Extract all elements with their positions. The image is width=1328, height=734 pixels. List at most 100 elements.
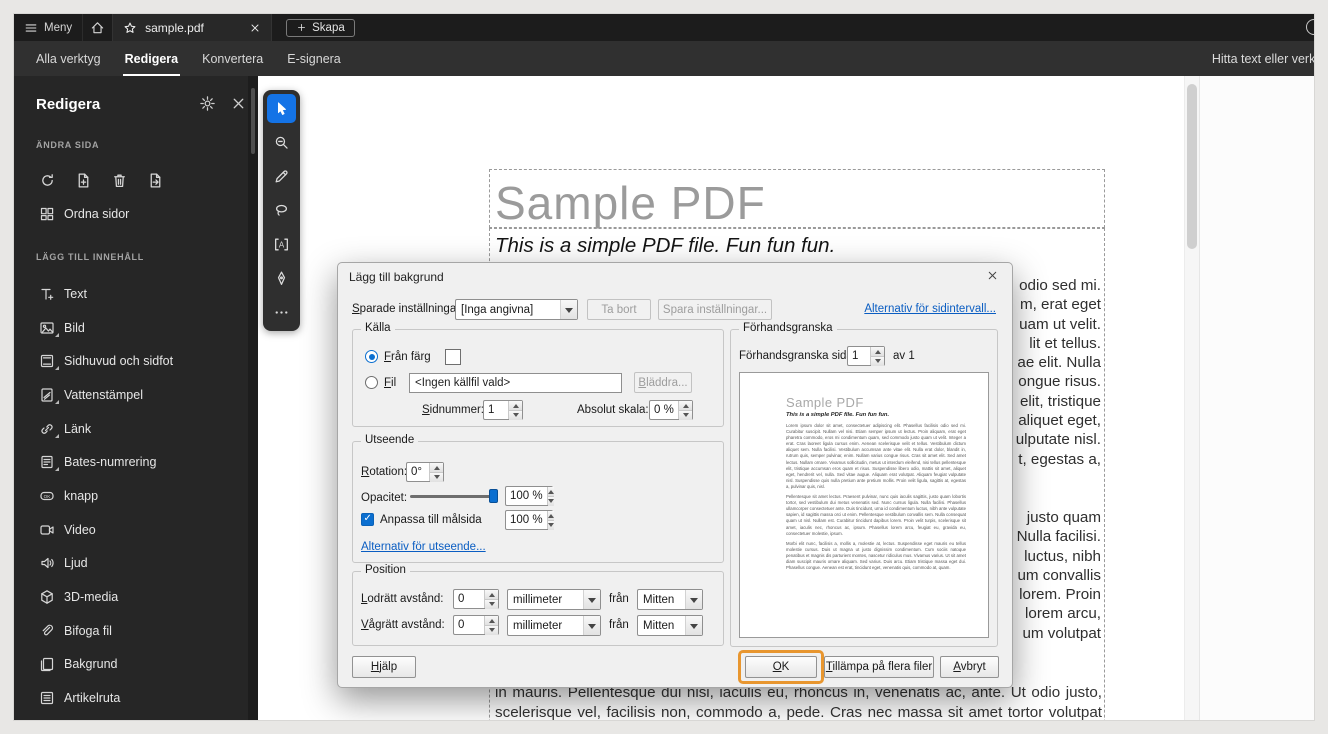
preview-doc-subtitle: This is a simple PDF file. Fun fun fun. [786, 412, 890, 418]
profile-avatar[interactable] [1306, 19, 1314, 35]
sidebar-item[interactable]: OK knapp [14, 479, 248, 513]
horizontal-unit-select[interactable]: millimeter [507, 615, 601, 636]
fit-scale-spinner[interactable]: 100 % [505, 510, 554, 530]
spin-down-icon[interactable] [509, 410, 522, 420]
sidebar-item[interactable]: Text [14, 277, 248, 311]
draw-tool[interactable] [267, 196, 296, 225]
gear-icon[interactable] [199, 95, 216, 112]
sidebar-item[interactable]: 3D-media [14, 580, 248, 614]
close-icon [986, 269, 999, 282]
document-scrollbar-thumb[interactable] [1187, 84, 1197, 249]
delete-page-button[interactable] [111, 172, 128, 189]
spin-up-icon[interactable] [485, 590, 498, 599]
panel-close-icon[interactable] [230, 95, 247, 112]
sidebar-item[interactable]: Bates-numrering [14, 445, 248, 479]
select-tool[interactable] [267, 94, 296, 123]
extract-page-button[interactable] [147, 172, 164, 189]
slider-handle[interactable] [489, 489, 498, 503]
spin-down-icon[interactable] [485, 625, 498, 635]
apply-multiple-files-button[interactable]: Tillämpa på flera filer [824, 656, 934, 678]
insert-page-button[interactable] [75, 172, 92, 189]
menu-button[interactable]: Meny [14, 14, 82, 41]
spin-up-icon[interactable] [485, 616, 498, 625]
sidebar-item[interactable]: Artikelruta [14, 681, 248, 715]
spin-down-icon[interactable] [547, 520, 554, 530]
absolute-scale-spinner[interactable]: 0 % [649, 400, 693, 420]
find-tools-button[interactable]: Hitta text eller verktyg [1212, 41, 1314, 76]
sidebar-item[interactable]: Bifoga fil [14, 614, 248, 648]
tab-close-icon[interactable] [249, 22, 261, 34]
sidebar-item[interactable]: Video [14, 513, 248, 547]
save-settings-button[interactable]: Spara inställningar... [658, 299, 772, 320]
spin-down-icon[interactable] [430, 472, 443, 482]
from-color-radio[interactable]: Från färg [365, 350, 431, 363]
sidebar-item[interactable]: Bakgrund [14, 648, 248, 682]
spin-up-icon[interactable] [679, 401, 692, 410]
spin-down-icon[interactable] [871, 356, 884, 366]
preview-pane: Sample PDF This is a simple PDF file. Fu… [739, 372, 989, 638]
add-text-tool[interactable]: A [267, 230, 296, 259]
page-range-options-link[interactable]: Alternativ för sidintervall... [864, 303, 996, 315]
spin-down-icon[interactable] [485, 599, 498, 609]
preview-paragraph: Lorem ipsum dolor sit amet, consectetuer… [786, 423, 966, 489]
opacity-spinner[interactable]: 100 % [505, 486, 554, 506]
document-scrollbar[interactable] [1184, 76, 1199, 720]
sidebar-item-organize-pages[interactable]: Ordna sidor [39, 206, 129, 222]
sidebar-item[interactable]: Länk [14, 412, 248, 446]
vertical-anchor-select[interactable]: Mitten [637, 589, 703, 610]
menubar-tab[interactable]: Alla verktyg [24, 41, 113, 76]
page-number-spinner[interactable]: 1 [483, 400, 523, 420]
background-color-swatch[interactable] [445, 349, 461, 365]
sidebar-item[interactable]: Ljud [14, 547, 248, 581]
document-tab[interactable]: sample.pdf [112, 14, 273, 41]
vertical-unit-select[interactable]: millimeter [507, 589, 601, 610]
sidebar-scrollbar-thumb[interactable] [251, 88, 255, 154]
browse-button[interactable]: Bläddra... [634, 372, 692, 393]
sidebar-item[interactable]: Bild [14, 311, 248, 345]
dialog-close-button[interactable] [986, 269, 1004, 287]
menubar-tab[interactable]: Redigera [113, 41, 191, 76]
vertical-anchor-value: Mitten [643, 593, 675, 606]
rotate-page-button[interactable] [39, 172, 56, 189]
spin-up-icon[interactable] [509, 401, 522, 410]
create-label: Skapa [312, 21, 345, 34]
find-tools-label: Hitta text eller verktyg [1211, 51, 1314, 66]
fill-sign-tool[interactable] [267, 264, 296, 293]
sidebar-item[interactable]: Vattenstämpel [14, 378, 248, 412]
fit-to-page-checkbox[interactable] [361, 513, 374, 526]
more-tools[interactable] [267, 298, 296, 327]
source-file-input[interactable]: <Ingen källfil vald> [409, 373, 622, 393]
delete-settings-button[interactable]: Ta bort [587, 299, 651, 320]
sidebar-item[interactable]: Sidhuvud och sidfot [14, 344, 248, 378]
pencil-tool[interactable] [267, 162, 296, 191]
saved-settings-select[interactable]: [Inga angivna] [455, 299, 578, 320]
spin-up-icon[interactable] [871, 347, 884, 356]
rotation-spinner[interactable]: 0° [406, 462, 444, 482]
opacity-slider[interactable] [410, 489, 498, 503]
spin-up-icon[interactable] [547, 511, 554, 520]
link-icon [39, 421, 55, 437]
cancel-button[interactable]: Avbryt [940, 656, 999, 678]
spin-down-icon[interactable] [547, 496, 554, 506]
menubar-tab[interactable]: Konvertera [190, 41, 275, 76]
source-group: Källa Från färg Fil <Ingen källfil vald>… [352, 322, 724, 427]
menubar-tab[interactable]: E-signera [275, 41, 353, 76]
help-button[interactable]: Hjälp [352, 656, 416, 678]
sidebar-scrollbar[interactable] [248, 76, 258, 720]
preview-page-spinner[interactable]: 1 [847, 346, 885, 366]
home-button[interactable] [82, 14, 112, 41]
spin-down-icon[interactable] [679, 410, 692, 420]
horizontal-anchor-select[interactable]: Mitten [637, 615, 703, 636]
pdf-bottom-line-2: scelerisque vel, facilisis non, commodo … [495, 704, 1102, 720]
star-icon[interactable] [123, 21, 137, 35]
spin-up-icon[interactable] [547, 487, 554, 496]
ok-button[interactable]: OK [745, 656, 817, 678]
appearance-options-link[interactable]: Alternativ för utseende... [361, 541, 486, 553]
spin-up-icon[interactable] [430, 463, 443, 472]
create-button[interactable]: Skapa [286, 18, 355, 37]
hamburger-icon [24, 21, 38, 35]
horizontal-distance-spinner[interactable]: 0 [453, 615, 499, 635]
vertical-distance-spinner[interactable]: 0 [453, 589, 499, 609]
zoom-tool[interactable] [267, 128, 296, 157]
from-file-radio[interactable]: Fil [365, 376, 396, 389]
